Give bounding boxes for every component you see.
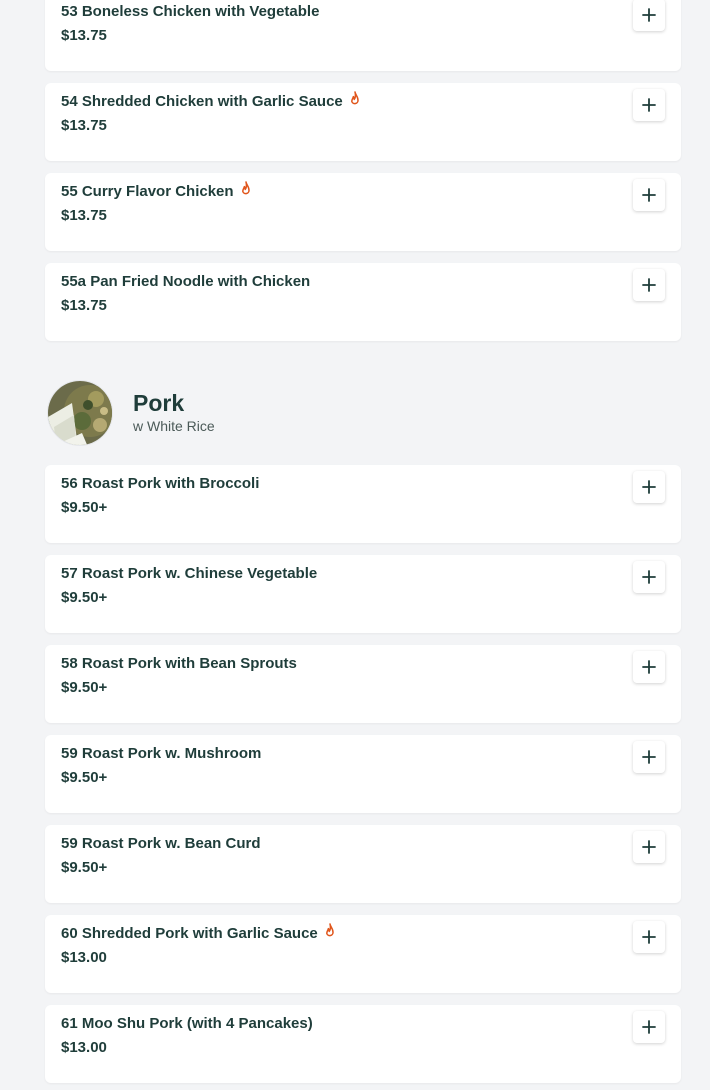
add-item-button[interactable] xyxy=(633,741,665,773)
item-name: 53 Boneless Chicken with Vegetable xyxy=(61,2,320,20)
item-price: $9.50+ xyxy=(61,769,108,786)
item-price: $9.50+ xyxy=(61,859,108,876)
item-price: $13.75 xyxy=(61,297,107,314)
plus-icon xyxy=(642,480,656,494)
item-name: 61 Moo Shu Pork (with 4 Pancakes) xyxy=(61,1014,313,1032)
item-price: $9.50+ xyxy=(61,499,108,516)
add-item-button[interactable] xyxy=(633,921,665,953)
plus-icon xyxy=(642,1020,656,1034)
item-name: 59 Roast Pork w. Mushroom xyxy=(61,744,262,762)
plus-icon xyxy=(642,8,656,22)
item-price: $9.50+ xyxy=(61,589,108,606)
item-price: $13.00 xyxy=(61,1039,107,1056)
add-item-button[interactable] xyxy=(633,269,665,301)
menu-item-card[interactable]: 60 Shredded Pork with Garlic Sauce $13.0… xyxy=(45,915,681,993)
section-title: Pork xyxy=(133,390,185,416)
plus-icon xyxy=(642,570,656,584)
menu-item-card[interactable]: 58 Roast Pork with Bean Sprouts $9.50+ xyxy=(45,645,681,723)
add-item-button[interactable] xyxy=(633,89,665,121)
item-name: 56 Roast Pork with Broccoli xyxy=(61,474,260,492)
plus-icon xyxy=(642,660,656,674)
menu-item-card[interactable]: 59 Roast Pork w. Bean Curd $9.50+ xyxy=(45,825,681,903)
plus-icon xyxy=(642,98,656,112)
item-name: 58 Roast Pork with Bean Sprouts xyxy=(61,654,297,672)
add-item-button[interactable] xyxy=(633,0,665,31)
flame-icon xyxy=(325,922,334,936)
menu-item-card[interactable]: 61 Moo Shu Pork (with 4 Pancakes) $13.00 xyxy=(45,1005,681,1083)
add-item-button[interactable] xyxy=(633,561,665,593)
menu-item-card[interactable]: 55a Pan Fried Noodle with Chicken $13.75 xyxy=(45,263,681,341)
item-name: 54 Shredded Chicken with Garlic Sauce xyxy=(61,90,361,111)
flame-icon xyxy=(350,90,359,104)
item-name: 57 Roast Pork w. Chinese Vegetable xyxy=(61,564,318,582)
plus-icon xyxy=(642,750,656,764)
section-header-pork: Pork w White Rice xyxy=(45,378,681,448)
menu-item-card[interactable]: 54 Shredded Chicken with Garlic Sauce $1… xyxy=(45,83,681,161)
add-item-button[interactable] xyxy=(633,1011,665,1043)
item-name: 60 Shredded Pork with Garlic Sauce xyxy=(61,922,336,943)
plus-icon xyxy=(642,188,656,202)
item-price: $13.75 xyxy=(61,117,107,134)
menu-item-card[interactable]: 57 Roast Pork w. Chinese Vegetable $9.50… xyxy=(45,555,681,633)
plus-icon xyxy=(642,278,656,292)
add-item-button[interactable] xyxy=(633,471,665,503)
item-name: 59 Roast Pork w. Bean Curd xyxy=(61,834,261,852)
menu-item-card[interactable]: 55 Curry Flavor Chicken $13.75 xyxy=(45,173,681,251)
item-name: 55a Pan Fried Noodle with Chicken xyxy=(61,272,311,290)
section-thumbnail xyxy=(47,380,113,446)
plus-icon xyxy=(642,840,656,854)
item-price: $9.50+ xyxy=(61,679,108,696)
add-item-button[interactable] xyxy=(633,179,665,211)
plus-icon xyxy=(642,930,656,944)
item-price: $13.00 xyxy=(61,949,107,966)
flame-icon xyxy=(241,180,250,194)
item-price: $13.75 xyxy=(61,207,107,224)
item-name: 55 Curry Flavor Chicken xyxy=(61,180,252,201)
add-item-button[interactable] xyxy=(633,831,665,863)
menu-item-card[interactable]: 56 Roast Pork with Broccoli $9.50+ xyxy=(45,465,681,543)
menu-item-card[interactable]: 59 Roast Pork w. Mushroom $9.50+ xyxy=(45,735,681,813)
section-subtitle: w White Rice xyxy=(133,418,215,434)
item-price: $13.75 xyxy=(61,27,107,44)
add-item-button[interactable] xyxy=(633,651,665,683)
menu-item-card[interactable]: 53 Boneless Chicken with Vegetable $13.7… xyxy=(45,0,681,71)
